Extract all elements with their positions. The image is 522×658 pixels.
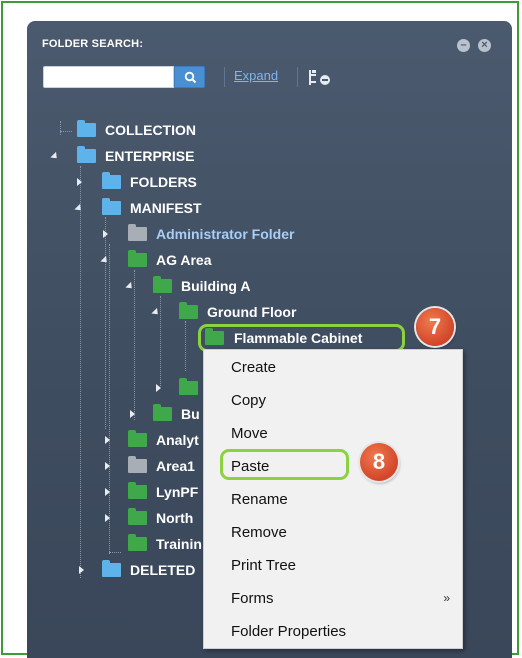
expand-arrow-icon[interactable] bbox=[105, 462, 110, 470]
tree-connector bbox=[185, 321, 186, 371]
collapse-arrow-icon[interactable] bbox=[50, 151, 60, 162]
tree-item-label: Area1 bbox=[156, 458, 195, 474]
tree-connector bbox=[160, 296, 161, 386]
menu-item-label: Forms bbox=[231, 590, 274, 607]
menu-item-forms[interactable]: Forms » bbox=[204, 582, 462, 615]
close-icon[interactable]: × bbox=[478, 39, 491, 52]
tree-item-label: ENTERPRISE bbox=[105, 148, 195, 164]
search-icon bbox=[184, 71, 197, 84]
folder-icon bbox=[102, 198, 121, 215]
tree-item-label: FOLDERS bbox=[130, 174, 197, 190]
menu-item-label: Move bbox=[231, 425, 268, 442]
menu-item-label: Create bbox=[231, 359, 277, 376]
tree-item-label: Analyt bbox=[156, 432, 199, 448]
folder-icon bbox=[128, 508, 147, 525]
paste-highlight bbox=[220, 449, 349, 480]
expand-arrow-icon[interactable] bbox=[79, 566, 84, 574]
folder-icon bbox=[128, 250, 147, 267]
tree-connector bbox=[60, 131, 72, 132]
tree-item-label: North bbox=[156, 510, 194, 526]
expand-arrow-icon[interactable] bbox=[156, 384, 161, 392]
expand-arrow-icon[interactable] bbox=[77, 178, 82, 186]
folder-icon bbox=[179, 302, 198, 319]
folder-icon bbox=[128, 224, 147, 241]
tree-item-label: Trainin bbox=[156, 536, 202, 552]
menu-item-label: Print Tree bbox=[231, 557, 297, 574]
toolbar-divider bbox=[297, 67, 298, 87]
folder-icon bbox=[128, 534, 147, 551]
expand-link[interactable]: Expand bbox=[234, 68, 278, 83]
menu-item-folder-properties[interactable]: Folder Properties bbox=[204, 615, 462, 648]
tree-item-label: MANIFEST bbox=[130, 200, 202, 216]
tree-connector bbox=[109, 244, 110, 554]
folder-icon bbox=[153, 404, 172, 421]
tree-item-label: Ground Floor bbox=[207, 304, 297, 320]
tree-item-label: Administrator Folder bbox=[156, 226, 295, 242]
search-input[interactable] bbox=[43, 66, 174, 88]
search-button[interactable] bbox=[174, 66, 205, 88]
menu-item-remove[interactable]: Remove bbox=[204, 516, 462, 549]
menu-item-rename[interactable]: Rename bbox=[204, 483, 462, 516]
menu-item-label: Copy bbox=[231, 392, 267, 409]
folder-icon bbox=[128, 456, 147, 473]
expand-arrow-icon[interactable] bbox=[105, 436, 110, 444]
tree-item-label: AG Area bbox=[156, 252, 212, 268]
toolbar-divider bbox=[224, 67, 225, 87]
menu-item-move[interactable]: Move bbox=[204, 417, 462, 450]
menu-item-print-tree[interactable]: Print Tree bbox=[204, 549, 462, 582]
minimize-icon[interactable]: – bbox=[457, 39, 470, 52]
tree-options-icon[interactable] bbox=[308, 69, 334, 87]
submenu-arrow-icon: » bbox=[443, 591, 450, 605]
menu-item-label: Folder Properties bbox=[231, 623, 347, 640]
menu-item-copy[interactable]: Copy bbox=[204, 384, 462, 417]
expand-arrow-icon[interactable] bbox=[103, 230, 108, 238]
selected-item-highlight bbox=[198, 324, 405, 352]
tree-item-label: DELETED bbox=[130, 562, 196, 578]
tree-connector bbox=[80, 166, 81, 578]
folder-icon bbox=[153, 276, 172, 293]
callout-badge-7: 7 bbox=[416, 308, 454, 346]
panel-title: FOLDER SEARCH: bbox=[42, 38, 144, 50]
folder-icon bbox=[128, 482, 147, 499]
tree-connector bbox=[60, 121, 61, 135]
callout-badge-8: 8 bbox=[360, 443, 398, 481]
tree-item-label: Building A bbox=[181, 278, 251, 294]
tree-connector bbox=[105, 217, 106, 429]
menu-item-label: Remove bbox=[231, 524, 287, 541]
folder-icon bbox=[102, 172, 121, 189]
folder-icon bbox=[77, 120, 96, 137]
collapse-arrow-icon[interactable] bbox=[74, 203, 84, 214]
tree-item-label: LynPF bbox=[156, 484, 199, 500]
expand-arrow-icon[interactable] bbox=[105, 514, 110, 522]
context-menu: Create Copy Move Paste Rename Remove Pri… bbox=[203, 349, 463, 649]
tree-connector bbox=[109, 552, 121, 553]
folder-icon bbox=[128, 430, 147, 447]
expand-arrow-icon[interactable] bbox=[130, 410, 135, 418]
folder-icon bbox=[179, 378, 198, 395]
folder-icon bbox=[77, 146, 96, 163]
tree-item-label: COLLECTION bbox=[105, 122, 196, 138]
tree-connector bbox=[134, 270, 135, 420]
menu-item-create[interactable]: Create bbox=[204, 351, 462, 384]
tree-item-label: Bu bbox=[181, 406, 200, 422]
folder-icon bbox=[102, 560, 121, 577]
expand-arrow-icon[interactable] bbox=[105, 488, 110, 496]
menu-item-label: Rename bbox=[231, 491, 288, 508]
